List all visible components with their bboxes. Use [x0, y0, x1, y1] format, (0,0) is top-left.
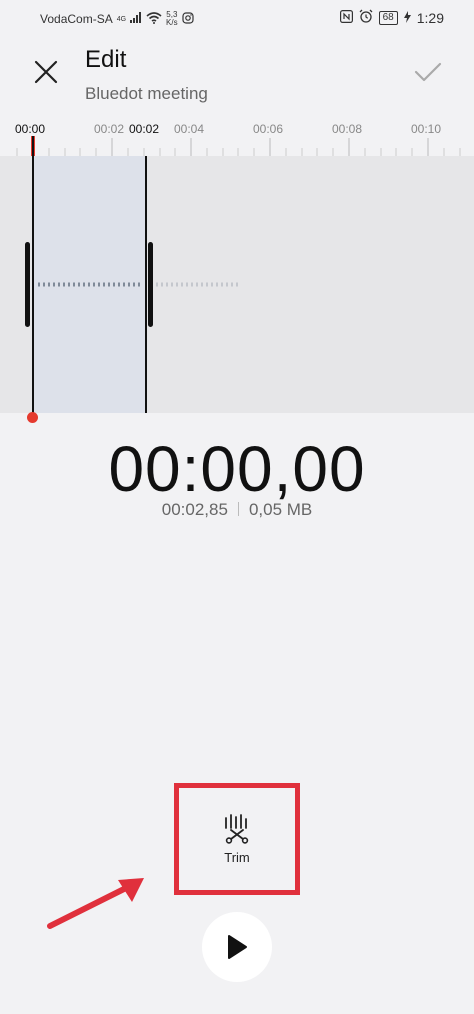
- network-type: 4G: [116, 15, 127, 23]
- check-icon: [414, 62, 442, 82]
- ruler-ticks: [16, 138, 461, 156]
- file-size: 0,05 MB: [248, 500, 313, 519]
- network-speed: 5,3 K/s: [166, 11, 178, 27]
- charging-icon: [403, 10, 411, 26]
- edit-screen: VodaCom-SA 4G 5,3 K/s 68 1:29 Edit Blued…: [0, 0, 474, 1014]
- close-icon: [34, 60, 58, 84]
- confirm-button[interactable]: [410, 56, 446, 88]
- current-time: 00:00,00: [108, 433, 366, 505]
- status-right: 68 1:29: [339, 9, 444, 26]
- playhead-handle[interactable]: [27, 412, 38, 423]
- trim-button[interactable]: Trim: [179, 788, 295, 890]
- alarm-icon: [359, 9, 373, 26]
- waveform-area[interactable]: [0, 156, 474, 413]
- annotation-arrow-icon: [47, 878, 144, 929]
- highlight-box: Trim: [174, 783, 300, 895]
- trim-label: Trim: [224, 849, 250, 865]
- battery-indicator: 68: [378, 10, 398, 25]
- signal-icon: [130, 12, 142, 26]
- play-icon: [228, 935, 247, 959]
- status-left: VodaCom-SA 4G 5,3 K/s: [40, 11, 194, 27]
- status-bar: VodaCom-SA 4G 5,3 K/s 68 1:29: [0, 0, 474, 36]
- instagram-icon: [182, 11, 194, 27]
- meta-divider: [237, 502, 239, 516]
- wifi-icon: [146, 11, 162, 27]
- duration: 00:02,85: [161, 500, 228, 519]
- play-button[interactable]: [202, 912, 272, 982]
- timeline-ruler[interactable]: 00:00 00:02 00:02 00:04 00:06 00:08 00:1…: [0, 116, 474, 156]
- close-button[interactable]: [28, 54, 64, 90]
- recording-meta: 00:02,85 0,05 MB: [0, 500, 474, 520]
- recording-name: Bluedot meeting: [85, 84, 208, 103]
- page-title: Edit: [85, 46, 127, 73]
- trim-scissors-icon: [225, 813, 249, 844]
- nfc-icon: [339, 9, 353, 26]
- clock-time: 1:29: [416, 9, 444, 26]
- carrier-name: VodaCom-SA: [40, 12, 113, 26]
- playhead[interactable]: [32, 136, 34, 413]
- waveform: [38, 282, 240, 287]
- speed-unit: K/s: [166, 18, 178, 27]
